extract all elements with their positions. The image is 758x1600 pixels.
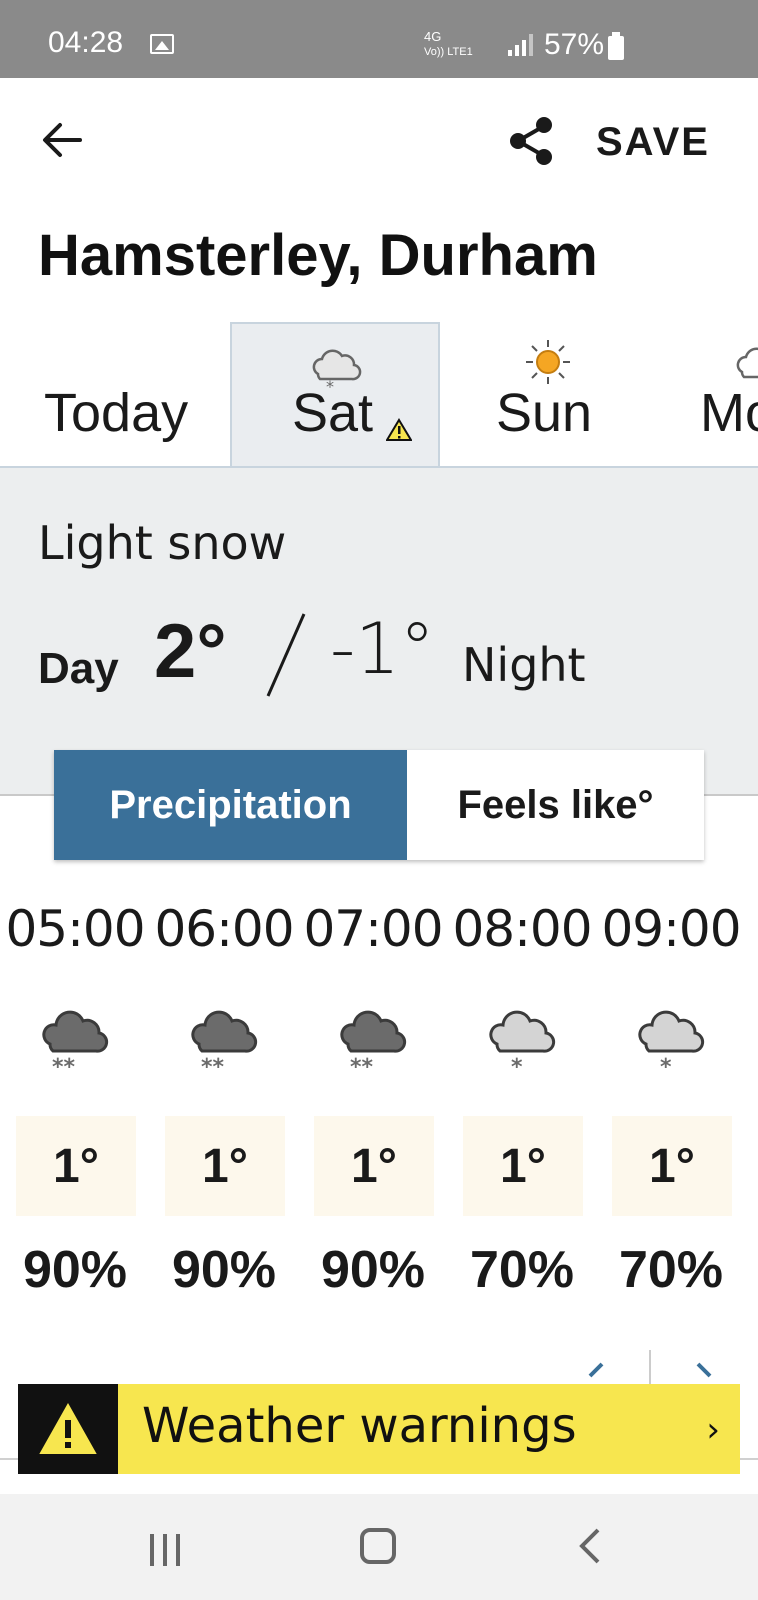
hour-time: 05:00 (5, 900, 145, 958)
back-nav-icon[interactable] (576, 1526, 604, 1566)
tab-label: Sat (292, 383, 374, 443)
svg-text:*: * (660, 1055, 672, 1076)
hour-precipitation: 90% (22, 1241, 128, 1299)
day-tabs: Today * Sat Sun Mo (0, 322, 758, 468)
hour-precipitation: 90% (171, 1241, 277, 1299)
weather-warnings-banner[interactable]: Weather warnings › (18, 1384, 740, 1474)
day-summary: Light snow Day 2° -1° Night (0, 468, 758, 796)
sunny-icon (526, 340, 570, 384)
hour-temperature: 1° (16, 1116, 136, 1216)
hour-temperature: 1° (314, 1116, 434, 1216)
back-button[interactable] (40, 118, 84, 162)
precipitation-toggle[interactable]: Precipitation (54, 750, 407, 860)
divider-slash (266, 613, 306, 697)
feels-like-toggle[interactable]: Feels like° (407, 750, 704, 860)
status-bar: 04:28 4G Vo)) LTE1 57% (0, 0, 758, 78)
warning-icon (39, 1402, 97, 1454)
tab-monday[interactable]: Mo (680, 322, 758, 466)
day-temperature: 2° (154, 609, 227, 694)
chevron-right-icon: › (706, 1410, 720, 1450)
svg-text:**: ** (201, 1055, 225, 1076)
heavy-snow-icon: ** (191, 1010, 258, 1076)
hour-precipitation: 70% (469, 1241, 575, 1299)
condition-text: Light snow (38, 516, 287, 570)
hour-temperature: 1° (612, 1116, 732, 1216)
image-notification-icon (150, 34, 174, 54)
home-icon[interactable] (360, 1528, 396, 1564)
tab-label: Sun (496, 383, 593, 443)
warning-icon (386, 418, 412, 441)
svg-text:**: ** (350, 1055, 374, 1076)
tab-saturday[interactable]: * Sat (230, 322, 440, 466)
warnings-body: Weather warnings › (118, 1384, 740, 1474)
tab-today[interactable]: Today (0, 322, 228, 466)
hour-precipitation: 90% (320, 1241, 426, 1299)
hour-time: 08:00 (452, 900, 592, 958)
status-time: 04:28 (48, 26, 124, 59)
heavy-snow-icon: ** (340, 1010, 407, 1076)
battery-percent: 57% (544, 28, 605, 61)
weather-warnings-label: Weather warnings (142, 1398, 577, 1454)
arrow-left-icon (43, 123, 82, 157)
night-temperature: -1° (330, 608, 435, 690)
chart-toggle: Precipitation Feels like° (54, 750, 704, 860)
tab-label: Today (44, 383, 189, 443)
tab-label: Mo (700, 383, 758, 443)
location-title: Hamsterley, Durham (38, 223, 598, 288)
banner-shadow (18, 1474, 740, 1494)
night-label: Night (462, 638, 586, 692)
hour-temperature: 1° (463, 1116, 583, 1216)
share-icon (510, 117, 552, 165)
network-indicator: 4G Vo)) LTE1 (424, 29, 473, 59)
signal-strength-icon (508, 34, 533, 56)
hour-time: 06:00 (154, 900, 294, 958)
share-button[interactable] (508, 116, 554, 166)
warning-icon-box (18, 1384, 118, 1474)
hour-precipitation: 70% (618, 1241, 724, 1299)
system-navigation-bar (0, 1494, 758, 1600)
svg-text:**: ** (52, 1055, 76, 1076)
light-snow-icon: * (638, 1010, 705, 1076)
tab-sunday[interactable]: Sun (442, 322, 652, 466)
recents-icon[interactable] (148, 1532, 184, 1568)
cloud-icon (736, 347, 758, 379)
svg-text:*: * (511, 1055, 523, 1076)
hour-temperature: 1° (165, 1116, 285, 1216)
save-button[interactable]: SAVE (596, 120, 710, 165)
heavy-snow-icon: ** (42, 1010, 109, 1076)
day-label: Day (38, 644, 119, 693)
hourly-forecast[interactable]: 05:00 ** 1° 90% 06:00 ** 1° 90% 07:00 **… (0, 900, 758, 1300)
hour-time: 07:00 (303, 900, 443, 958)
hour-time: 09:00 (601, 900, 741, 958)
battery-icon (608, 32, 624, 60)
light-snow-icon: * (489, 1010, 556, 1076)
